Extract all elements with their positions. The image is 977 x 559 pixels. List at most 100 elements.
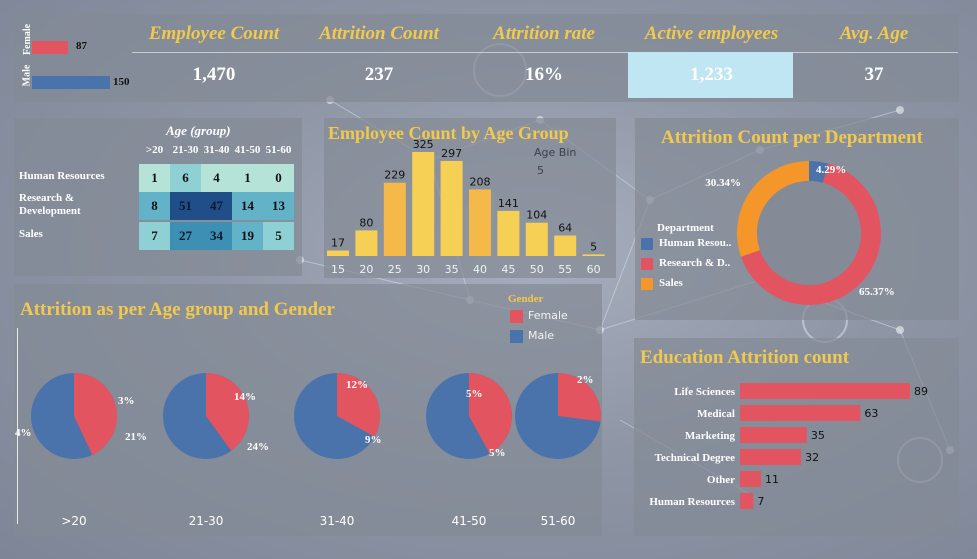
gender-pie-female-label: 12% — [346, 379, 368, 391]
dept-donut-chart: 4.29% 65.37% 30.34% — [705, 161, 895, 305]
gender-pie-category: 21-30 — [189, 514, 224, 528]
age-bar-value: 297 — [441, 147, 462, 160]
edu-bar — [740, 405, 861, 421]
gender-pie-male-label: 4% — [15, 427, 32, 439]
heatmap-cell: 1 — [232, 164, 263, 192]
heatmap-cell: 1 — [139, 164, 170, 192]
edu-chart-panel: Education Attrition count Life Sciences 8… — [634, 338, 959, 536]
edu-bar — [740, 493, 754, 509]
age-tick-label: 55 — [558, 263, 572, 276]
age-bar-value: 80 — [359, 216, 373, 229]
gender-pie-female-label: 5% — [466, 388, 483, 400]
age-bar-chart: 17 15 80 20 229 25 325 30 297 35 208 40 141 45 104 50 64… — [327, 138, 605, 276]
gender-pie-male-label: 21% — [125, 431, 147, 443]
heatmap-column-label: >20 — [145, 144, 164, 156]
gender-pie-category: >20 — [61, 514, 86, 528]
edu-category-label: Marketing — [685, 430, 736, 442]
edu-category-label: Medical — [697, 408, 735, 420]
male-value: 150 — [113, 76, 130, 88]
age-chart-panel: Employee Count by Age Group Age Bin 5 17… — [324, 118, 616, 278]
heatmap-row-label: Research & Development — [19, 192, 81, 217]
heatmap-cell: 34 — [201, 222, 232, 250]
age-bar — [525, 222, 548, 256]
age-tick-label: 15 — [331, 263, 345, 276]
kpi-value-employee-count: 1,470 — [192, 64, 236, 85]
heatmap-row-label: Sales — [19, 228, 43, 240]
edu-bar-value: 89 — [914, 385, 928, 398]
kpi-divider — [132, 52, 958, 53]
gender-pie-charts: 3% 4% >20 14% 21% 21-30 12% 24% 31-40 5% 9% 41-50 2%… — [15, 373, 602, 528]
gender-pies-panel: Attrition as per Age group and Gender Ge… — [14, 284, 602, 536]
age-tick-label: 45 — [501, 263, 515, 276]
heatmap-cell: 13 — [263, 192, 294, 220]
edu-category-label: Human Resources — [649, 496, 735, 508]
age-bar — [554, 235, 577, 256]
female-bar — [32, 41, 68, 54]
dept-donut-hole — [757, 181, 861, 285]
edu-category-label: Technical Degree — [655, 452, 735, 464]
heatmap-row-label: Human Resources — [19, 170, 105, 182]
male-bar — [32, 76, 110, 89]
age-bar — [355, 230, 378, 256]
heatmap-cell: 47 — [201, 192, 232, 220]
age-bar-value: 325 — [413, 138, 434, 151]
edu-bar-chart: Life Sciences 89 Medical 63 Marketing 35 Techn… — [649, 383, 928, 509]
heatmap-cell: 14 — [232, 192, 263, 220]
kpi-value-attrition-rate: 16% — [525, 64, 563, 85]
heatmap-cell: 4 — [201, 164, 232, 192]
gender-pie-category: 51-60 — [541, 514, 576, 528]
heatmap-cell: 51 — [170, 192, 201, 220]
gender-mini-chart: Female Male 87 150 — [20, 20, 132, 98]
heatmap-cell: 6 — [170, 164, 201, 192]
gender-pie-female-label: 3% — [118, 395, 135, 407]
heatmap-panel: Age (group) >20 21-30 31-40 41-50 51-60 Huma… — [14, 118, 302, 276]
heatmap-cell: 19 — [232, 222, 263, 250]
gender-pie-category: 31-40 — [320, 514, 355, 528]
kpi-label-active-employees: Active employees — [644, 23, 779, 44]
edu-category-label: Life Sciences — [674, 386, 736, 398]
age-bar — [440, 160, 463, 256]
heatmap-column-label: 41-50 — [234, 144, 261, 156]
edu-bar-value: 11 — [765, 473, 779, 486]
kpi-label-attrition-rate: Attrition rate — [493, 23, 595, 44]
age-bar-value: 5 — [590, 240, 597, 253]
age-bar — [497, 210, 520, 256]
age-bar-value: 141 — [498, 197, 519, 210]
kpi-value-attrition-count: 237 — [364, 64, 394, 85]
age-bar-value: 229 — [384, 169, 405, 182]
age-bar-value: 104 — [526, 209, 547, 222]
heatmap-cell: 27 — [170, 222, 201, 250]
age-tick-label: 30 — [416, 263, 430, 276]
gender-pie-male-label: 5% — [489, 447, 506, 459]
edu-bar-value: 7 — [757, 495, 764, 508]
edu-bar — [740, 383, 910, 399]
age-bar — [327, 250, 349, 256]
gender-pie-category: 41-50 — [452, 514, 487, 528]
age-bar-value: 208 — [470, 175, 491, 188]
heatmap-column-label: 51-60 — [265, 144, 292, 156]
dept-slice-label: 30.34% — [705, 177, 741, 189]
edu-bar-value: 35 — [811, 429, 825, 442]
edu-bar — [740, 427, 807, 443]
kpi-label-attrition-count: Attrition Count — [319, 23, 439, 44]
gender-pie-female-label: 2% — [577, 374, 594, 386]
age-bar — [582, 254, 605, 256]
age-bar-value: 64 — [558, 222, 572, 235]
heatmap-cell: 8 — [139, 192, 170, 220]
gender-pie-male-label: 24% — [247, 441, 269, 453]
age-tick-label: 20 — [359, 263, 373, 276]
heatmap-column-label: 21-30 — [172, 144, 199, 156]
age-bar — [469, 189, 491, 256]
female-value: 87 — [76, 40, 87, 52]
kpi-value-active-employees: 1,233 — [690, 64, 733, 85]
heatmap-title: Age (group) — [166, 123, 231, 138]
age-tick-label: 25 — [388, 263, 402, 276]
kpi-value-avg-age: 37 — [864, 64, 884, 85]
gender-male-label: Male — [21, 64, 33, 87]
edu-bar-value: 63 — [864, 407, 878, 420]
kpi-label-employee-count: Employee Count — [148, 23, 280, 44]
edu-category-label: Other — [707, 474, 735, 486]
age-bar-value: 17 — [331, 237, 345, 250]
age-tick-label: 60 — [587, 263, 601, 276]
heatmap-cell: 7 — [139, 222, 170, 250]
